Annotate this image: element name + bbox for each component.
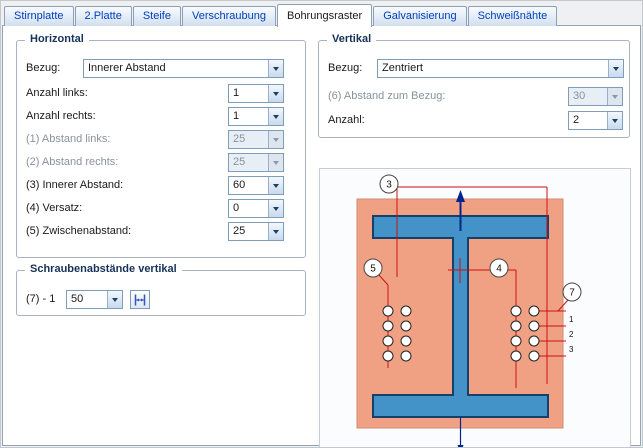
bolt-row-spacing-labels: 1 2 3 [569,315,574,354]
abstand-rechts-dropdown: 25 [228,153,284,172]
spacing-tool-button[interactable] [130,290,150,309]
group-vertikal: Vertikal Bezug: Zentriert (6) Abstand zu… [318,40,630,138]
group-title: Vertikal [327,33,376,45]
spacing-icon [133,293,147,307]
callout-7: 7 [563,283,581,301]
tab-bohrungsraster[interactable]: Bohrungsraster [277,4,372,27]
zwischenabstand-dropdown[interactable]: 25 [228,222,284,241]
chevron-down-icon [607,88,622,105]
beam-section-diagram: 1 2 3 3 5 4 7 [320,169,630,448]
svg-text:5: 5 [370,264,376,275]
tab-verschraubung[interactable]: Verschraubung [182,6,276,26]
tab-strip: Stirnplatte 2.Platte Steife Verschraubun… [4,3,640,26]
svg-text:1: 1 [569,315,574,324]
chevron-down-icon [268,223,283,240]
field-abstand-zum-bezug: (6) Abstand zum Bezug: 30 [319,87,629,106]
field-bezug-horizontal: Bezug: Innerer Abstand [17,59,305,78]
field-anzahl-vertikal: Anzahl: 2 [319,111,629,130]
diagram-panel: 1 2 3 3 5 4 7 [319,168,631,448]
tab-steife[interactable]: Steife [133,6,181,26]
callout-3: 3 [380,175,398,193]
tab-galvanisierung[interactable]: Galvanisierung [373,6,466,26]
tab-page-bohrungsraster: Horizontal Bezug: Innerer Abstand Anzahl… [2,25,641,446]
chevron-down-icon [268,131,283,148]
anzahl-vertikal-dropdown[interactable]: 2 [568,111,623,130]
chevron-down-icon [268,177,283,194]
tab-2platte[interactable]: 2.Platte [75,6,132,26]
field-bezug-vertikal: Bezug: Zentriert [319,59,629,78]
bezug-horizontal-dropdown[interactable]: Innerer Abstand [83,59,284,78]
field-innerer-abstand: (3) Innerer Abstand: 60 [17,176,305,195]
chevron-down-icon [607,112,622,129]
svg-text:3: 3 [386,180,392,191]
field-abstand-rechts: (2) Abstand rechts: 25 [17,153,305,172]
chevron-down-icon [268,60,283,77]
bolt-pattern-dialog: Stirnplatte 2.Platte Steife Verschraubun… [0,0,643,448]
field-anzahl-rechts: Anzahl rechts: 1 [17,107,305,126]
field-versatz: (4) Versatz: 0 [17,199,305,218]
svg-text:2: 2 [569,330,574,339]
group-schraubenabstaende: Schraubenabstände vertikal (7) - 1 50 [16,270,306,316]
anzahl-links-dropdown[interactable]: 1 [228,84,284,103]
svg-text:4: 4 [496,264,502,275]
svg-text:3: 3 [569,345,574,354]
field-zwischenabstand: (5) Zwischenabstand: 25 [17,222,305,241]
tab-stirnplatte[interactable]: Stirnplatte [4,6,74,26]
field-abstand-links: (1) Abstand links: 25 [17,130,305,149]
group-title: Horizontal [25,33,89,45]
anzahl-rechts-dropdown[interactable]: 1 [228,107,284,126]
chevron-down-icon [608,60,623,77]
chevron-down-icon [268,200,283,217]
versatz-dropdown[interactable]: 0 [228,199,284,218]
svg-text:7: 7 [569,288,575,299]
field-schraubenabstand-1: (7) - 1 50 [17,290,305,309]
chevron-down-icon [268,108,283,125]
schraubenabstand-dropdown[interactable]: 50 [66,290,123,309]
group-horizontal: Horizontal Bezug: Innerer Abstand Anzahl… [16,40,306,258]
bezug-label: Bezug: [328,59,362,78]
innerer-abstand-dropdown[interactable]: 60 [228,176,284,195]
abstand-zum-bezug-dropdown: 30 [568,87,623,106]
chevron-down-icon [268,85,283,102]
bezug-vertikal-dropdown[interactable]: Zentriert [377,59,624,78]
field-anzahl-links: Anzahl links: 1 [17,84,305,103]
callout-5: 5 [364,259,382,277]
bezug-label: Bezug: [26,59,60,78]
group-title: Schraubenabstände vertikal [25,263,182,275]
chevron-down-icon [107,291,122,308]
abstand-links-dropdown: 25 [228,130,284,149]
chevron-down-icon [268,154,283,171]
callout-4: 4 [490,259,508,277]
tab-schweissnaehte[interactable]: Schweißnähte [468,6,558,26]
